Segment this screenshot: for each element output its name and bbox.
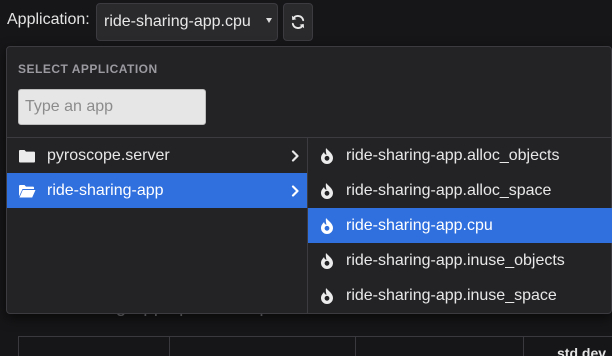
refresh-icon bbox=[291, 15, 305, 29]
app-group-list: pyroscope.server ride-sharing-app bbox=[7, 138, 307, 208]
app-item-label: ride-sharing-app.cpu bbox=[346, 216, 493, 234]
table-column-divider bbox=[169, 337, 170, 356]
flame-icon bbox=[321, 183, 333, 199]
table-column-divider bbox=[355, 337, 356, 356]
folder-icon bbox=[19, 149, 35, 162]
app-item-label: ride-sharing-app.alloc_space bbox=[346, 181, 552, 199]
group-item-pyroscope-server[interactable]: pyroscope.server bbox=[7, 138, 307, 173]
flame-icon bbox=[321, 218, 333, 234]
toolbar: Application: ride-sharing-app.cpu bbox=[0, 0, 612, 44]
folder-open-icon bbox=[19, 184, 36, 197]
chevron-right-icon bbox=[291, 150, 299, 162]
caret-down-icon bbox=[266, 18, 272, 23]
application-select[interactable]: ride-sharing-app.cpu bbox=[96, 3, 278, 41]
app-item-label: ride-sharing-app.inuse_space bbox=[346, 286, 557, 304]
table-column-divider bbox=[523, 337, 524, 356]
flame-icon bbox=[321, 253, 333, 269]
chevron-right-icon bbox=[291, 185, 299, 197]
group-item-label: pyroscope.server bbox=[47, 146, 170, 164]
app-item-cpu[interactable]: ride-sharing-app.cpu bbox=[308, 208, 612, 243]
group-item-ride-sharing-app[interactable]: ride-sharing-app bbox=[7, 173, 307, 208]
application-select-value: ride-sharing-app.cpu bbox=[104, 13, 251, 30]
app-item-alloc-objects[interactable]: ride-sharing-app.alloc_objects bbox=[308, 138, 612, 173]
flame-icon bbox=[321, 148, 333, 164]
dropdown-title: SELECT APPLICATION bbox=[18, 62, 158, 76]
app-selector-dropdown: SELECT APPLICATION pyroscope.server ride… bbox=[6, 46, 612, 314]
app-item-inuse-objects[interactable]: ride-sharing-app.inuse_objects bbox=[308, 243, 612, 278]
refresh-button[interactable] bbox=[283, 3, 313, 41]
application-label: Application: bbox=[7, 11, 90, 28]
stats-table-header: std dev bbox=[18, 336, 612, 356]
app-item-label: ride-sharing-app.alloc_objects bbox=[346, 146, 560, 164]
app-search-input[interactable] bbox=[18, 89, 206, 125]
group-item-label: ride-sharing-app bbox=[47, 181, 164, 199]
flame-icon bbox=[321, 288, 333, 304]
app-item-inuse-space[interactable]: ride-sharing-app.inuse_space bbox=[308, 278, 612, 313]
app-list: ride-sharing-app.alloc_objects ride-shar… bbox=[308, 138, 612, 313]
app-item-label: ride-sharing-app.inuse_objects bbox=[346, 251, 565, 269]
table-header-std-dev: std dev bbox=[557, 345, 607, 356]
app-item-alloc-space[interactable]: ride-sharing-app.alloc_space bbox=[308, 173, 612, 208]
